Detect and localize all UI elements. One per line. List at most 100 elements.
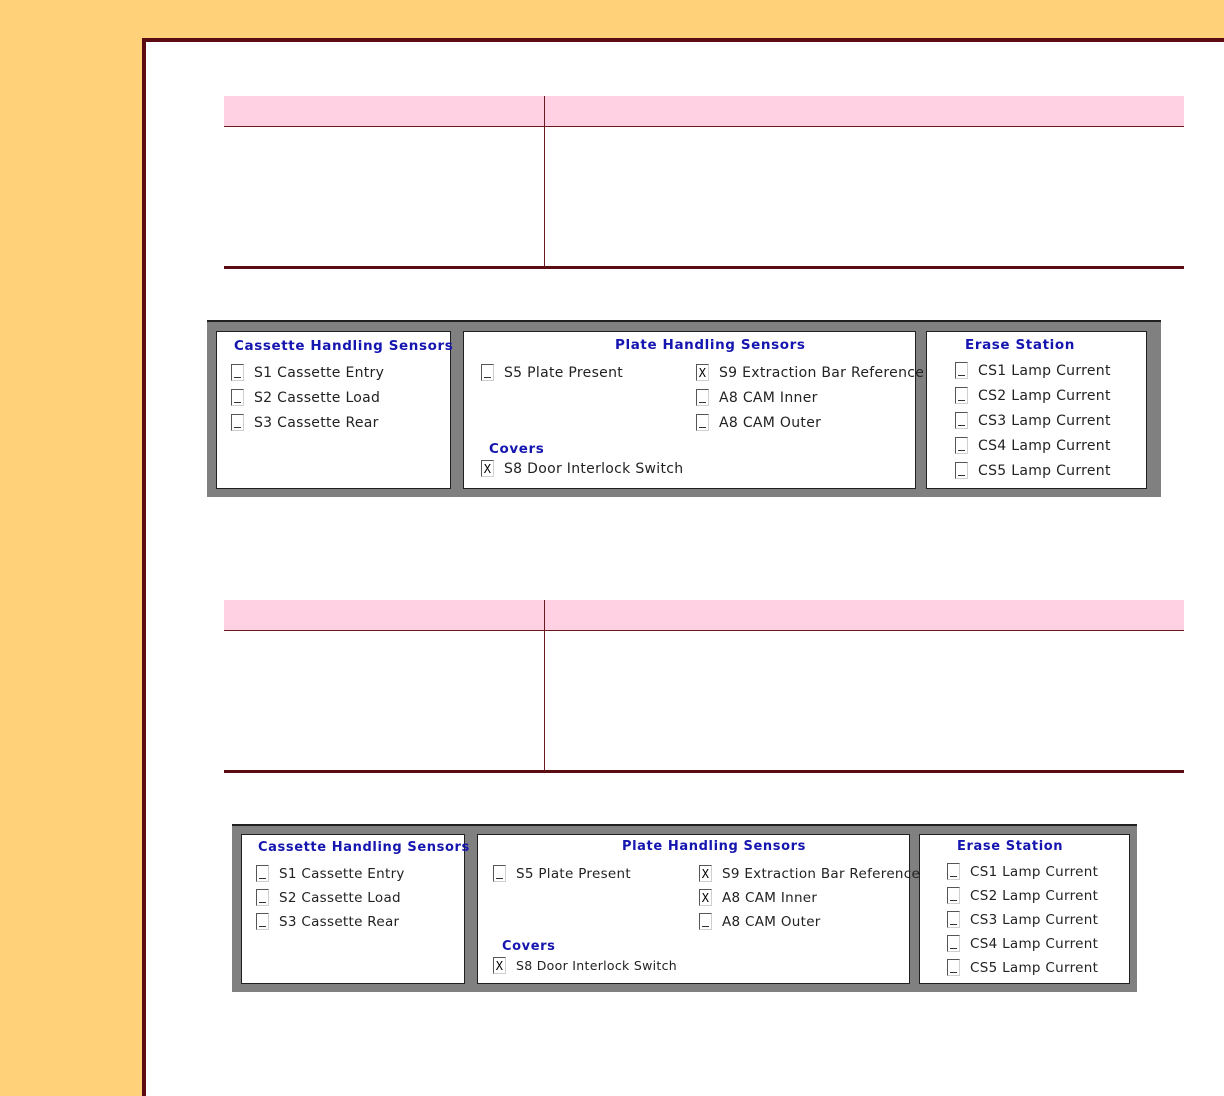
cassette-handling-group: Cassette Handling Sensors S1 Cassette En… xyxy=(216,331,454,489)
sensor-label: S3 Cassette Rear xyxy=(254,414,379,431)
sensor-checkbox-item[interactable]: CS3 Lamp Current xyxy=(955,412,1111,429)
covers-title: Covers xyxy=(502,939,556,954)
checkbox[interactable]: X xyxy=(699,889,712,906)
checkbox[interactable] xyxy=(947,935,960,952)
erase-station-group: Erase Station CS1 Lamp Current CS2 Lamp … xyxy=(926,331,1147,489)
sensor-checkbox-item[interactable]: CS1 Lamp Current xyxy=(955,362,1111,379)
checkbox[interactable]: X xyxy=(699,865,712,882)
sensor-label: CS1 Lamp Current xyxy=(970,863,1099,880)
checkbox[interactable] xyxy=(947,911,960,928)
checkbox[interactable] xyxy=(493,865,506,882)
checkbox[interactable] xyxy=(696,414,709,431)
checkbox[interactable] xyxy=(256,865,269,882)
sensor-label: A8 CAM Outer xyxy=(719,414,822,431)
sensor-label: S1 Cassette Entry xyxy=(279,865,405,882)
info-table-body-cell xyxy=(544,126,1184,269)
sensor-label: CS5 Lamp Current xyxy=(978,462,1111,479)
cassette-handling-group: Cassette Handling Sensors S1 Cassette En… xyxy=(241,834,469,984)
sensor-label: A8 CAM Outer xyxy=(722,913,821,930)
sensor-label: S2 Cassette Load xyxy=(279,889,401,906)
info-table-header-cell xyxy=(544,96,1184,127)
sensor-label: S5 Plate Present xyxy=(516,865,631,882)
group-title: Plate Handling Sensors xyxy=(615,337,806,353)
sensor-label: CS2 Lamp Current xyxy=(978,387,1111,404)
checkbox[interactable] xyxy=(256,889,269,906)
sensor-checkbox-item[interactable]: CS4 Lamp Current xyxy=(955,437,1111,454)
sensor-checkbox-item[interactable]: CS2 Lamp Current xyxy=(955,387,1111,404)
checkbox[interactable] xyxy=(699,913,712,930)
info-table-1 xyxy=(224,96,1184,269)
sensor-label: S9 Extraction Bar Reference xyxy=(719,364,925,381)
checkbox[interactable] xyxy=(955,362,968,379)
sensor-checkbox-item[interactable]: CS2 Lamp Current xyxy=(947,887,1098,904)
sensor-checkbox-item[interactable]: CS1 Lamp Current xyxy=(947,863,1098,880)
checkbox[interactable] xyxy=(696,389,709,406)
sensor-label: A8 CAM Inner xyxy=(722,889,818,906)
checkbox[interactable] xyxy=(256,913,269,930)
sensor-label: CS3 Lamp Current xyxy=(978,412,1111,429)
sensor-checkbox-item[interactable]: X A8 CAM Inner xyxy=(699,889,817,906)
sensor-label: S5 Plate Present xyxy=(504,364,624,381)
info-table-2 xyxy=(224,600,1184,773)
checkbox[interactable]: X xyxy=(493,957,506,974)
sensor-label: CS4 Lamp Current xyxy=(978,437,1111,454)
info-table-header-cell xyxy=(224,96,545,127)
sensor-label: S8 Door Interlock Switch xyxy=(504,460,684,477)
checkbox[interactable] xyxy=(231,414,244,431)
sensor-checkbox-item[interactable]: CS3 Lamp Current xyxy=(947,911,1098,928)
sensor-checkbox-item[interactable]: S3 Cassette Rear xyxy=(256,913,399,930)
plate-handling-group: Plate Handling Sensors S5 Plate Present … xyxy=(477,834,920,984)
sensor-checkbox-item[interactable]: X S8 Door Interlock Switch xyxy=(481,460,683,477)
info-table-header-cell xyxy=(544,600,1184,631)
checkbox[interactable] xyxy=(955,412,968,429)
sensor-label: CS2 Lamp Current xyxy=(970,887,1099,904)
checkbox[interactable] xyxy=(955,387,968,404)
checkbox[interactable] xyxy=(955,437,968,454)
sensor-checkbox-item[interactable]: S1 Cassette Entry xyxy=(231,364,384,381)
checkbox[interactable] xyxy=(947,887,960,904)
sensor-checkbox-item[interactable]: S2 Cassette Load xyxy=(256,889,401,906)
sensor-label: CS3 Lamp Current xyxy=(970,911,1099,928)
plate-handling-group: Plate Handling Sensors S5 Plate Present … xyxy=(463,331,924,489)
sensor-checkbox-item[interactable]: X S9 Extraction Bar Reference xyxy=(699,865,920,882)
covers-title: Covers xyxy=(489,441,545,457)
checkbox[interactable] xyxy=(231,364,244,381)
sensor-checkbox-item[interactable]: A8 CAM Inner xyxy=(696,389,818,406)
checkbox[interactable] xyxy=(231,389,244,406)
checkbox[interactable] xyxy=(481,364,494,381)
checkbox[interactable]: X xyxy=(696,364,709,381)
sensor-checkbox-item[interactable]: CS5 Lamp Current xyxy=(947,959,1098,976)
sensor-checkbox-item[interactable]: X S9 Extraction Bar Reference xyxy=(696,364,924,381)
sensor-panel-2: Cassette Handling Sensors S1 Cassette En… xyxy=(232,824,1137,992)
sensor-checkbox-item[interactable]: CS5 Lamp Current xyxy=(955,462,1111,479)
sensor-checkbox-item[interactable]: A8 CAM Outer xyxy=(696,414,821,431)
group-title: Cassette Handling Sensors xyxy=(234,338,454,354)
group-title: Erase Station xyxy=(957,839,1064,854)
sensor-checkbox-item[interactable]: S1 Cassette Entry xyxy=(256,865,405,882)
checkbox[interactable] xyxy=(947,863,960,880)
checkbox[interactable] xyxy=(947,959,960,976)
checkbox[interactable]: X xyxy=(481,460,494,477)
group-title: Erase Station xyxy=(965,337,1075,353)
sensor-checkbox-item[interactable]: CS4 Lamp Current xyxy=(947,935,1098,952)
info-table-header-cell xyxy=(224,600,545,631)
sensor-label: S8 Door Interlock Switch xyxy=(516,958,677,973)
sensor-label: CS1 Lamp Current xyxy=(978,362,1111,379)
sensor-checkbox-item[interactable]: S5 Plate Present xyxy=(481,364,623,381)
sensor-label: S1 Cassette Entry xyxy=(254,364,385,381)
info-table-body-cell xyxy=(224,630,545,773)
sensor-label: A8 CAM Inner xyxy=(719,389,818,406)
checkbox[interactable] xyxy=(955,462,968,479)
sensor-checkbox-item[interactable]: S5 Plate Present xyxy=(493,865,631,882)
sensor-label: CS4 Lamp Current xyxy=(970,935,1099,952)
info-table-body-cell xyxy=(544,630,1184,773)
info-table-body-cell xyxy=(224,126,545,269)
group-title: Plate Handling Sensors xyxy=(622,839,806,854)
sensor-label: S2 Cassette Load xyxy=(254,389,381,406)
sensor-label: S3 Cassette Rear xyxy=(279,913,400,930)
sensor-checkbox-item[interactable]: S2 Cassette Load xyxy=(231,389,380,406)
sensor-checkbox-item[interactable]: X S8 Door Interlock Switch xyxy=(493,957,677,974)
sensor-checkbox-item[interactable]: S3 Cassette Rear xyxy=(231,414,379,431)
sensor-checkbox-item[interactable]: A8 CAM Outer xyxy=(699,913,821,930)
sensor-label: S9 Extraction Bar Reference xyxy=(722,865,921,882)
